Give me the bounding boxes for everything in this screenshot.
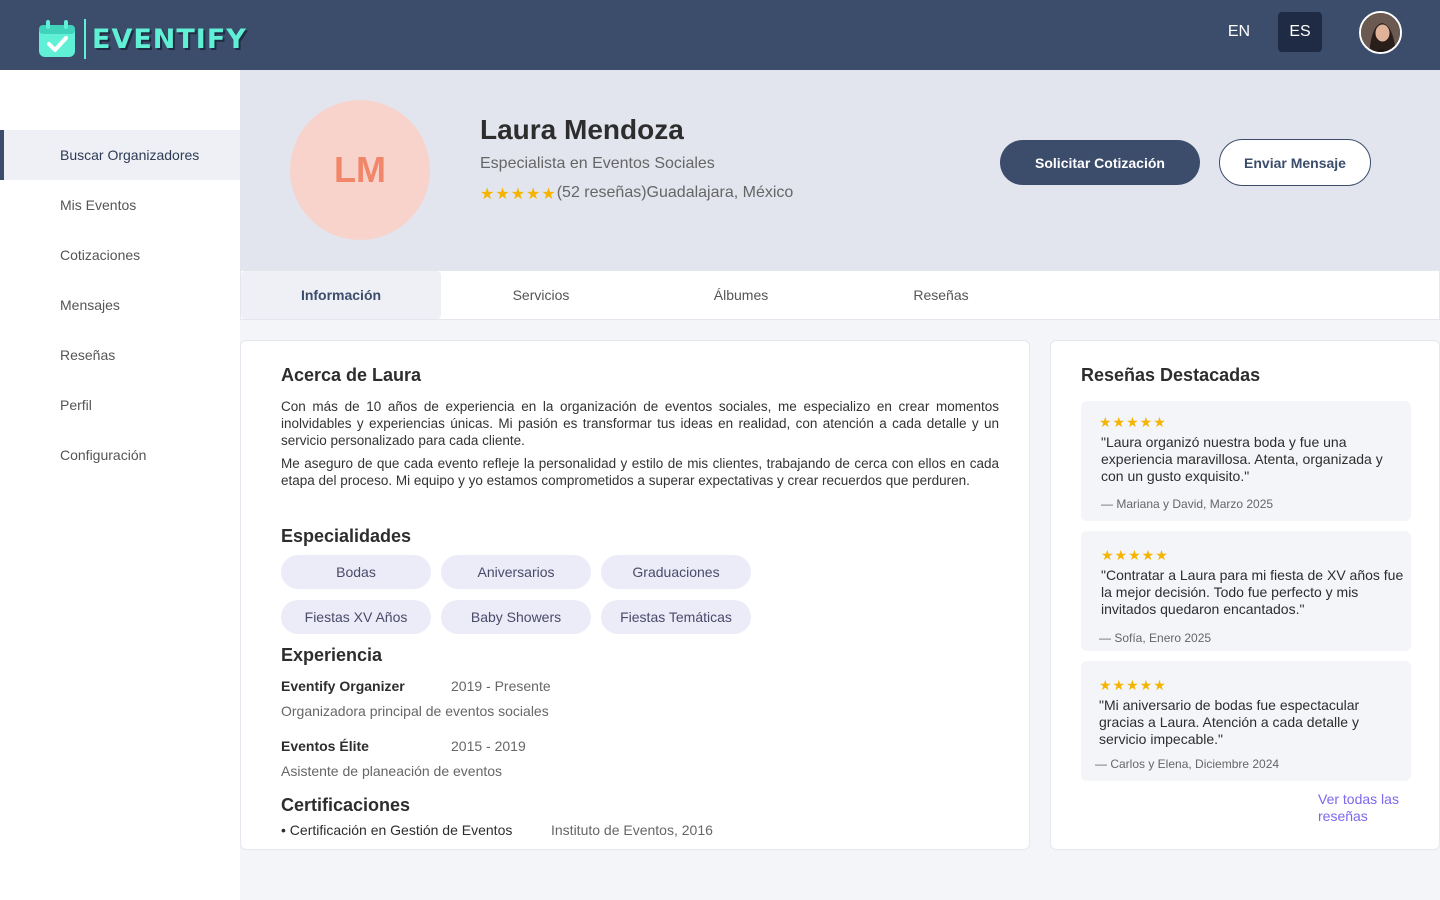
tab-servicios[interactable]: Servicios [441,271,641,319]
review-card: ★★★★★ "Mi aniversario de bodas fue espec… [1081,661,1411,781]
specialty-chip: Bodas [281,555,431,589]
experience-years: 2019 - Presente [451,678,551,694]
specialty-chip: Graduaciones [601,555,751,589]
sidebar-item-perfil[interactable]: Perfil [0,380,240,430]
send-message-button[interactable]: Enviar Mensaje [1219,139,1371,186]
sidebar-item-configuracion[interactable]: Configuración [0,430,240,480]
review-stars-icon: ★★★★★ [1099,414,1167,430]
request-quote-button[interactable]: Solicitar Cotización [1000,140,1200,185]
experience-description: Asistente de planeación de eventos [281,763,503,779]
language-en-button[interactable]: EN [1217,12,1261,52]
review-author: — Carlos y Elena, Diciembre 2024 [1095,757,1280,771]
certification-source: Instituto de Eventos, 2016 [551,822,713,838]
tab-albumes[interactable]: Álbumes [641,271,841,319]
review-text: "Laura organizó nuestra boda y fue una e… [1101,434,1383,484]
profile-name: Laura Mendoza [480,114,684,145]
brand-name: EVENTIFY [92,23,247,55]
about-title: Acerca de Laura [281,365,422,385]
certifications-title: Certificaciones [281,795,411,815]
experience-company: Eventify Organizer [281,678,405,694]
review-text: "Contratar a Laura para mi fiesta de XV … [1101,567,1404,617]
review-card: ★★★★★ "Contratar a Laura para mi fiesta … [1081,531,1411,651]
specialty-chip: Aniversarios [441,555,591,589]
rating-stars-icon: ★★★★★ [480,186,557,203]
featured-reviews-card: Reseñas Destacadas ★★★★★ "Laura organizó… [1050,340,1440,850]
specialty-chip: Baby Showers [441,600,591,634]
sidebar-item-resenas[interactable]: Reseñas [0,330,240,380]
brand-logo[interactable]: EVENTIFY [36,18,247,60]
profile-meta: ★★★★★ (52 reseñas) Guadalajara, México [480,184,793,204]
language-es-button[interactable]: ES [1278,12,1322,52]
user-avatar-icon [1361,13,1400,52]
experience-description: Organizadora principal de eventos social… [281,703,549,719]
specialty-chip: Fiestas XV Años [281,600,431,634]
tab-informacion[interactable]: Información [241,271,441,319]
review-author: — Mariana y David, Marzo 2025 [1101,497,1274,511]
see-all-reviews-link[interactable]: Ver todas las reseñas [1318,791,1418,825]
review-text: "Mi aniversario de bodas fue espectacula… [1099,697,1360,747]
about-paragraph-2: Me aseguro de que cada evento refleje la… [281,456,999,488]
experience-years: 2015 - 2019 [451,738,526,754]
logo-divider [84,19,86,59]
sidebar-item-cotizaciones[interactable]: Cotizaciones [0,230,240,280]
info-card: Acerca de Laura Con más de 10 años de ex… [240,340,1030,850]
about-paragraph-1: Con más de 10 años de experiencia en la … [281,399,999,448]
calendar-check-icon [39,20,75,57]
specialty-chip: Fiestas Temáticas [601,600,751,634]
sidebar: Buscar Organizadores Mis Eventos Cotizac… [0,70,240,900]
review-stars-icon: ★★★★★ [1099,677,1167,693]
sidebar-item-buscar-organizadores[interactable]: Buscar Organizadores [0,130,240,180]
experience-title: Experiencia [281,645,383,665]
tab-resenas[interactable]: Reseñas [841,271,1041,319]
experience-company: Eventos Élite [281,738,369,754]
profile-header: LM Laura Mendoza Especialista en Eventos… [240,70,1440,270]
review-card: ★★★★★ "Laura organizó nuestra boda y fue… [1081,401,1411,521]
certification-name: • Certificación en Gestión de Eventos [281,822,513,838]
sidebar-item-mensajes[interactable]: Mensajes [0,280,240,330]
profile-avatar: LM [290,100,430,240]
specialties-title: Especialidades [281,526,412,546]
sidebar-item-mis-eventos[interactable]: Mis Eventos [0,180,240,230]
reviews-count[interactable]: (52 reseñas) [557,184,647,204]
review-stars-icon: ★★★★★ [1101,547,1169,563]
user-avatar[interactable] [1359,11,1402,54]
profile-tabs: Información Servicios Álbumes Reseñas [240,270,1440,320]
profile-role: Especialista en Eventos Sociales [480,155,715,172]
review-author: — Sofía, Enero 2025 [1099,631,1212,645]
profile-location: Guadalajara, México [646,184,794,201]
top-header: EVENTIFY EN ES [0,0,1440,70]
reviews-title: Reseñas Destacadas [1081,365,1261,385]
